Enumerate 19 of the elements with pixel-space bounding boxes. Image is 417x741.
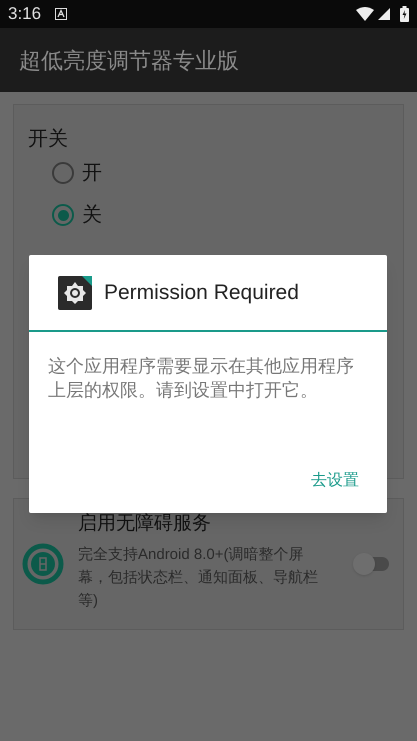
radio-label: 关 <box>82 203 102 228</box>
radio-button[interactable] <box>52 204 74 226</box>
app-title: 超低亮度调节器专业版 <box>19 46 239 74</box>
radio-label: 开 <box>82 161 102 186</box>
notification-icon <box>55 8 68 20</box>
service-title: 启用无障碍服务 <box>78 512 212 536</box>
service-description: 完全支持Android 8.0+(调暗整个屏幕，包括状态栏、通知面板、导航栏等) <box>78 544 319 610</box>
dialog-title: Permission Required <box>104 280 299 306</box>
settings-button[interactable]: 去设置 <box>301 463 369 499</box>
wifi-icon <box>356 7 374 21</box>
radio-button[interactable] <box>52 162 74 184</box>
status-time: 3:16 <box>8 3 42 26</box>
dialog-message: 这个应用程序需要显示在其他应用程序上层的权限。请到设置中打开它。 <box>48 355 355 402</box>
service-toggle[interactable] <box>353 553 389 575</box>
battery-icon <box>400 6 409 22</box>
accessibility-icon <box>22 543 64 585</box>
signal-icon <box>378 8 390 20</box>
section-title: 开关 <box>28 127 69 152</box>
app-icon <box>58 276 92 310</box>
